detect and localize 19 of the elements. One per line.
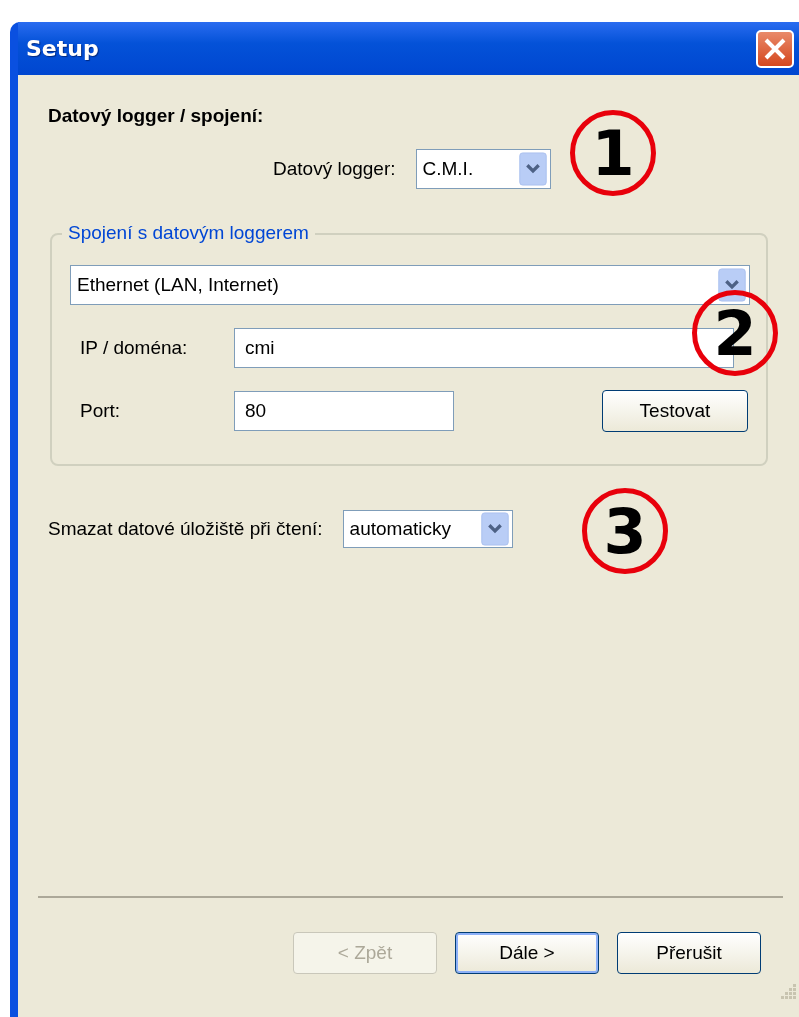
close-button[interactable] (756, 29, 794, 68)
port-field[interactable]: 80 (234, 391, 454, 431)
resize-grip-icon[interactable] (781, 984, 797, 1000)
logger-dropdown[interactable]: C.M.I. (415, 149, 551, 189)
numbered-callout: 3 (582, 488, 668, 574)
close-icon (763, 36, 787, 61)
numbered-callout: 2 (692, 290, 778, 376)
delete-storage-dropdown[interactable]: automaticky (342, 510, 513, 548)
numbered-callout: 1 (570, 110, 656, 196)
test-button[interactable]: Testovat (602, 390, 748, 432)
delete-storage-label: Smazat datové úložiště při čtení: (48, 518, 323, 540)
dialog-button[interactable]: Dále > (455, 932, 599, 974)
dialog-button[interactable]: Přerušit (617, 932, 761, 974)
connection-dropdown[interactable]: Ethernet (LAN, Internet) (70, 265, 750, 305)
window-title: Setup (26, 36, 99, 61)
ip-label: IP / doména: (79, 337, 189, 359)
port-label: Port: (79, 400, 122, 422)
logger-label: Datový logger: (273, 158, 396, 180)
section-heading: Datový logger / spojení: (48, 105, 265, 127)
